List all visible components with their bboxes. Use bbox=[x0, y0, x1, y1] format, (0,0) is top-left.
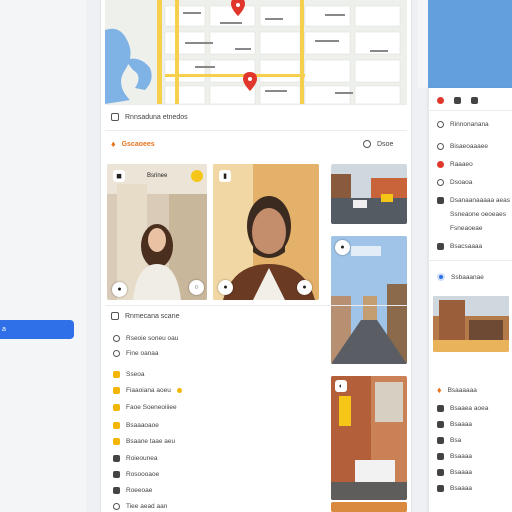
map-edge-right[interactable] bbox=[418, 0, 512, 88]
calendar-icon bbox=[113, 454, 120, 462]
left-sidebar: a bbox=[0, 0, 86, 512]
panel-item[interactable]: Ssneaone oeoeaes bbox=[437, 208, 506, 220]
divider bbox=[105, 305, 407, 306]
panel-item[interactable]: Bsaaea aoea bbox=[437, 402, 488, 414]
list-item[interactable]: Tiee aead aan bbox=[113, 500, 167, 512]
fire-icon: ♦ bbox=[111, 139, 116, 149]
phone-icon bbox=[113, 421, 120, 429]
play-icon[interactable]: ● bbox=[112, 282, 127, 297]
details-title: Rnmecana scane bbox=[125, 312, 180, 320]
list-item[interactable]: Fine oanaa bbox=[113, 347, 159, 359]
panel-item[interactable]: Bsacsaaaa bbox=[437, 240, 482, 252]
right-panel: Rinnonanana Bisaeoaaaee Raaaeo Dsoaoa Ds… bbox=[428, 88, 512, 512]
photo-street-top[interactable] bbox=[331, 164, 407, 224]
list-item[interactable]: Bsaaaoaoe bbox=[113, 419, 159, 431]
star-icon bbox=[191, 170, 203, 182]
place-icon bbox=[437, 120, 444, 128]
panel-item[interactable]: Fsneaoeae bbox=[437, 222, 483, 234]
panel-item[interactable]: Dsoaoa bbox=[437, 176, 472, 188]
list-item[interactable]: Rseoie soneu oau bbox=[113, 332, 178, 344]
list-item[interactable]: Roeeoae bbox=[113, 484, 152, 496]
panel-item[interactable]: Rinnonanana bbox=[437, 118, 489, 130]
info-icon bbox=[111, 312, 119, 320]
globe-icon bbox=[437, 178, 444, 186]
alert-icon bbox=[437, 160, 444, 168]
list-icon bbox=[437, 436, 444, 444]
location-text: Rnnsaduna etnedos bbox=[125, 113, 188, 121]
badge-dot bbox=[176, 387, 182, 393]
share-icon[interactable] bbox=[471, 96, 478, 104]
fire-icon: ♦ bbox=[437, 385, 442, 395]
list-item[interactable]: Rosoooaoe bbox=[113, 468, 159, 480]
map[interactable] bbox=[105, 0, 407, 104]
save-icon[interactable] bbox=[454, 96, 461, 104]
photo-woman[interactable]: ◼ Bsrinee ● ○ bbox=[107, 164, 207, 300]
list-item[interactable]: Roieounea bbox=[113, 452, 157, 464]
location-row[interactable]: Rnnsaduna etnedos bbox=[111, 110, 188, 124]
photo-badge-icon: ◼ bbox=[113, 170, 125, 182]
web-icon bbox=[113, 349, 120, 357]
list-icon bbox=[437, 452, 444, 460]
list-item[interactable]: Fiaaoiana aoeu bbox=[113, 384, 182, 396]
photos-more[interactable]: Dsoe bbox=[363, 137, 393, 151]
sidebar-active-item[interactable]: a bbox=[0, 320, 74, 339]
panel-section3-header[interactable]: ♦ Bsaaaaaa bbox=[437, 384, 477, 396]
photo-badge-icon: ◐ bbox=[335, 380, 347, 392]
panel-section-header[interactable]: Ssbaaanae bbox=[437, 271, 484, 283]
more-icon bbox=[363, 140, 371, 148]
panel-item[interactable]: Bsaaaa bbox=[437, 450, 472, 462]
divider bbox=[429, 110, 512, 111]
details-header: Rnmecana scane bbox=[111, 309, 179, 323]
panel-item[interactable]: Bisaeoaaaee bbox=[437, 140, 488, 152]
photo-badge-icon: ▮ bbox=[219, 170, 231, 182]
divider bbox=[429, 260, 512, 261]
list-icon bbox=[437, 420, 444, 428]
panel-item[interactable]: Bsaaaa bbox=[437, 482, 472, 494]
expand-icon[interactable]: ○ bbox=[189, 280, 204, 295]
label-icon bbox=[437, 242, 444, 250]
panel-item[interactable]: Bsaaaa bbox=[437, 418, 472, 430]
tag-icon bbox=[113, 370, 120, 378]
panel-item[interactable]: Bsaaaa bbox=[437, 466, 472, 478]
list-icon bbox=[437, 484, 444, 492]
divider bbox=[105, 104, 407, 105]
photo-woman-label: Bsrinee bbox=[147, 173, 168, 179]
link-icon bbox=[113, 502, 120, 510]
list-icon bbox=[437, 404, 444, 412]
expand-icon[interactable]: ● bbox=[297, 280, 312, 295]
play-icon[interactable]: ● bbox=[335, 240, 350, 255]
panel-photo[interactable] bbox=[433, 296, 509, 352]
list-icon bbox=[437, 468, 444, 476]
photos-header: ♦ Gscaoees bbox=[111, 137, 155, 151]
location-dot-icon bbox=[437, 273, 445, 281]
photos-more-label: Dsoe bbox=[377, 140, 394, 148]
document-icon bbox=[113, 486, 120, 494]
photo-street-bottom[interactable]: ◐ bbox=[331, 376, 407, 500]
panel-item[interactable]: Raaaeo bbox=[437, 158, 473, 170]
location-icon bbox=[111, 113, 119, 121]
panel-toolbar bbox=[437, 94, 478, 106]
play-icon[interactable]: ● bbox=[218, 280, 233, 295]
photo-street-next[interactable] bbox=[331, 502, 407, 512]
list-item[interactable]: Sseoa bbox=[113, 368, 144, 380]
close-icon[interactable] bbox=[437, 96, 444, 104]
list-item[interactable]: Faoe Soeneoiiiee bbox=[113, 401, 177, 413]
phone-icon bbox=[437, 196, 444, 204]
bookmark-icon bbox=[113, 403, 120, 411]
photos-title: Gscaoees bbox=[121, 140, 155, 148]
photo-man[interactable]: ▮ ● ● bbox=[213, 164, 319, 300]
note-icon bbox=[113, 437, 120, 445]
clock-icon bbox=[113, 334, 120, 342]
panel-item[interactable]: Bsa bbox=[437, 434, 461, 446]
photo-street-mid[interactable]: ● bbox=[331, 236, 407, 364]
list-item[interactable]: Bsaane taae aeu bbox=[113, 435, 175, 447]
star-icon bbox=[113, 386, 120, 394]
clock-icon bbox=[437, 142, 444, 150]
list-icon bbox=[113, 470, 120, 478]
divider bbox=[105, 130, 407, 131]
panel-item[interactable]: Dsanaanaaaaa aeas bbox=[437, 194, 510, 206]
